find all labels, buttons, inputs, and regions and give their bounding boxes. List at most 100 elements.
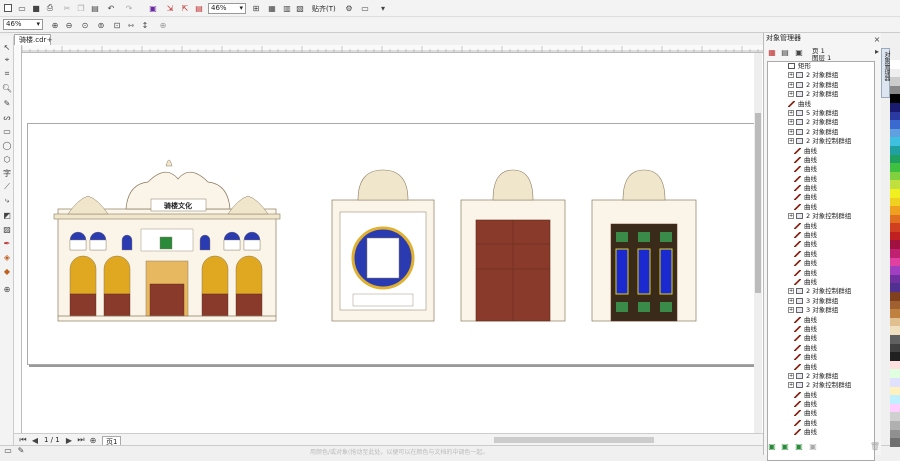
- color-swatch[interactable]: [890, 377, 900, 387]
- add-preset-icon[interactable]: ⊕: [158, 20, 168, 30]
- drop-shadow-icon[interactable]: ◩: [2, 210, 12, 220]
- object-tree-row[interactable]: +2 对象控制群组: [768, 137, 874, 146]
- stained-glass-door-drawing[interactable]: [591, 169, 697, 322]
- expand-toggle-icon[interactable]: +: [788, 138, 794, 145]
- show-properties-icon[interactable]: ▦: [767, 47, 777, 57]
- connector-tool-icon[interactable]: ⤷: [2, 196, 12, 206]
- color-swatch[interactable]: [890, 206, 900, 215]
- object-tree-row[interactable]: 曲线: [768, 428, 874, 437]
- object-tree-row[interactable]: 曲线: [768, 269, 874, 278]
- object-tree-row[interactable]: 矩形: [768, 62, 874, 71]
- color-swatch[interactable]: [890, 60, 900, 69]
- shape-tool-icon[interactable]: ⌖: [2, 55, 12, 65]
- show-rulers-icon[interactable]: ▦: [267, 3, 277, 13]
- color-swatch[interactable]: [890, 257, 900, 267]
- edit-across-layers-icon[interactable]: ▤: [780, 47, 790, 57]
- new-master-odd-icon[interactable]: ▣: [808, 441, 818, 451]
- color-swatch[interactable]: [890, 343, 900, 353]
- undo-icon[interactable]: ↶: [106, 3, 116, 13]
- last-page-icon[interactable]: ⏭: [76, 435, 86, 445]
- new-master-layer-all-icon[interactable]: ▣: [794, 441, 804, 451]
- color-swatch[interactable]: [890, 266, 900, 275]
- color-swatch[interactable]: [890, 137, 900, 146]
- launch-icon[interactable]: ▾: [378, 3, 388, 13]
- color-swatch[interactable]: [890, 163, 900, 172]
- object-tree-row[interactable]: 曲线: [768, 100, 874, 109]
- color-swatch[interactable]: [890, 214, 900, 224]
- object-tree-row[interactable]: 曲线: [768, 165, 874, 174]
- color-swatch[interactable]: [890, 128, 900, 138]
- color-swatch[interactable]: [890, 309, 900, 318]
- color-swatch[interactable]: [890, 283, 900, 293]
- object-tree-row[interactable]: 曲线: [768, 344, 874, 353]
- object-tree-row[interactable]: 曲线: [768, 363, 874, 372]
- object-tree-row[interactable]: 曲线: [768, 259, 874, 268]
- color-swatch[interactable]: [890, 231, 900, 241]
- vertical-scrollbar[interactable]: [754, 53, 762, 433]
- side-docker-tab[interactable]: 对象管理器: [881, 48, 890, 98]
- artistic-media-icon[interactable]: ᔕ: [2, 112, 12, 122]
- color-swatch[interactable]: [890, 77, 900, 86]
- zoom-tool-icon[interactable]: 🔍︎: [2, 83, 12, 93]
- outline-pen-icon[interactable]: ✎: [16, 446, 26, 455]
- color-swatch[interactable]: [890, 352, 900, 361]
- crop-tool-icon[interactable]: ⌗: [2, 69, 12, 79]
- ellipse-tool-icon[interactable]: ◯: [2, 140, 12, 150]
- object-tree-row[interactable]: +2 对象控制群组: [768, 381, 874, 390]
- new-master-layer-icon[interactable]: ▣: [780, 441, 790, 451]
- object-tree-row[interactable]: +2 对象控制群组: [768, 287, 874, 296]
- color-swatch[interactable]: [890, 249, 900, 258]
- object-tree-row[interactable]: +2 对象群组: [768, 372, 874, 381]
- expand-toggle-icon[interactable]: +: [788, 297, 794, 304]
- color-palette[interactable]: [890, 60, 900, 450]
- copy-icon[interactable]: ❐: [76, 3, 86, 13]
- expand-toggle-icon[interactable]: +: [788, 213, 794, 220]
- object-tree-row[interactable]: 曲线: [768, 278, 874, 287]
- document-page[interactable]: 骑楼文化: [27, 123, 757, 365]
- drawing-canvas[interactable]: 骑楼文化: [22, 53, 763, 433]
- horizontal-scroll-thumb[interactable]: [494, 437, 654, 443]
- object-tree-row[interactable]: 曲线: [768, 391, 874, 400]
- color-swatch[interactable]: [890, 429, 900, 439]
- object-tree-row[interactable]: +2 对象群组: [768, 71, 874, 80]
- zoom-all-icon[interactable]: ⊚: [96, 20, 106, 30]
- expand-toggle-icon[interactable]: +: [788, 81, 794, 88]
- color-swatch[interactable]: [890, 317, 900, 327]
- object-tree-row[interactable]: 曲线: [768, 250, 874, 259]
- app-launcher-icon[interactable]: ▭: [360, 3, 370, 13]
- object-tree-row[interactable]: 曲线: [768, 156, 874, 165]
- expand-toggle-icon[interactable]: +: [788, 72, 794, 79]
- zoom-out-icon[interactable]: ⊖: [64, 20, 74, 30]
- object-tree-row[interactable]: +3 对象群组: [768, 306, 874, 315]
- color-swatch[interactable]: [890, 326, 900, 335]
- publish-pdf-icon[interactable]: ▤: [194, 3, 204, 13]
- text-tool-icon[interactable]: 字: [2, 168, 12, 178]
- expand-toggle-icon[interactable]: +: [788, 128, 794, 135]
- arcade-building-drawing[interactable]: 骑楼文化: [53, 159, 281, 322]
- full-screen-icon[interactable]: ⊞: [251, 3, 261, 13]
- round-window-door-drawing[interactable]: [331, 169, 435, 322]
- parallel-dimension-icon[interactable]: ⟋: [2, 182, 12, 192]
- object-tree-row[interactable]: 曲线: [768, 240, 874, 249]
- object-tree[interactable]: 矩形 +2 对象群组 +2 对象群组 +2 对象群组 曲线 +5 对象群组 +2 对象群组 +…: [767, 61, 875, 461]
- color-swatch[interactable]: [890, 102, 900, 112]
- zoom-level-select[interactable]: 46%: [208, 3, 246, 14]
- object-tree-row[interactable]: +5 对象群组: [768, 109, 874, 118]
- color-swatch[interactable]: [890, 180, 900, 189]
- color-swatch[interactable]: [890, 154, 900, 164]
- color-swatch[interactable]: [890, 120, 900, 129]
- object-tree-row[interactable]: 曲线: [768, 147, 874, 156]
- zoom-in-icon[interactable]: ⊕: [50, 20, 60, 30]
- import-icon[interactable]: ⇲: [165, 3, 175, 13]
- object-tree-row[interactable]: 曲线: [768, 325, 874, 334]
- cut-icon[interactable]: ✂: [62, 3, 72, 13]
- object-tree-row[interactable]: 曲线: [768, 203, 874, 212]
- object-tree-row[interactable]: +2 对象群组: [768, 81, 874, 90]
- object-tree-row[interactable]: 曲线: [768, 419, 874, 428]
- rectangle-tool-icon[interactable]: ▭: [2, 126, 12, 136]
- color-swatch[interactable]: [890, 438, 900, 447]
- object-tree-row[interactable]: 曲线: [768, 175, 874, 184]
- print-icon[interactable]: ⎙: [45, 3, 55, 13]
- object-tree-row[interactable]: +3 对象群组: [768, 297, 874, 306]
- zoom-levels-select[interactable]: 46%: [3, 19, 43, 30]
